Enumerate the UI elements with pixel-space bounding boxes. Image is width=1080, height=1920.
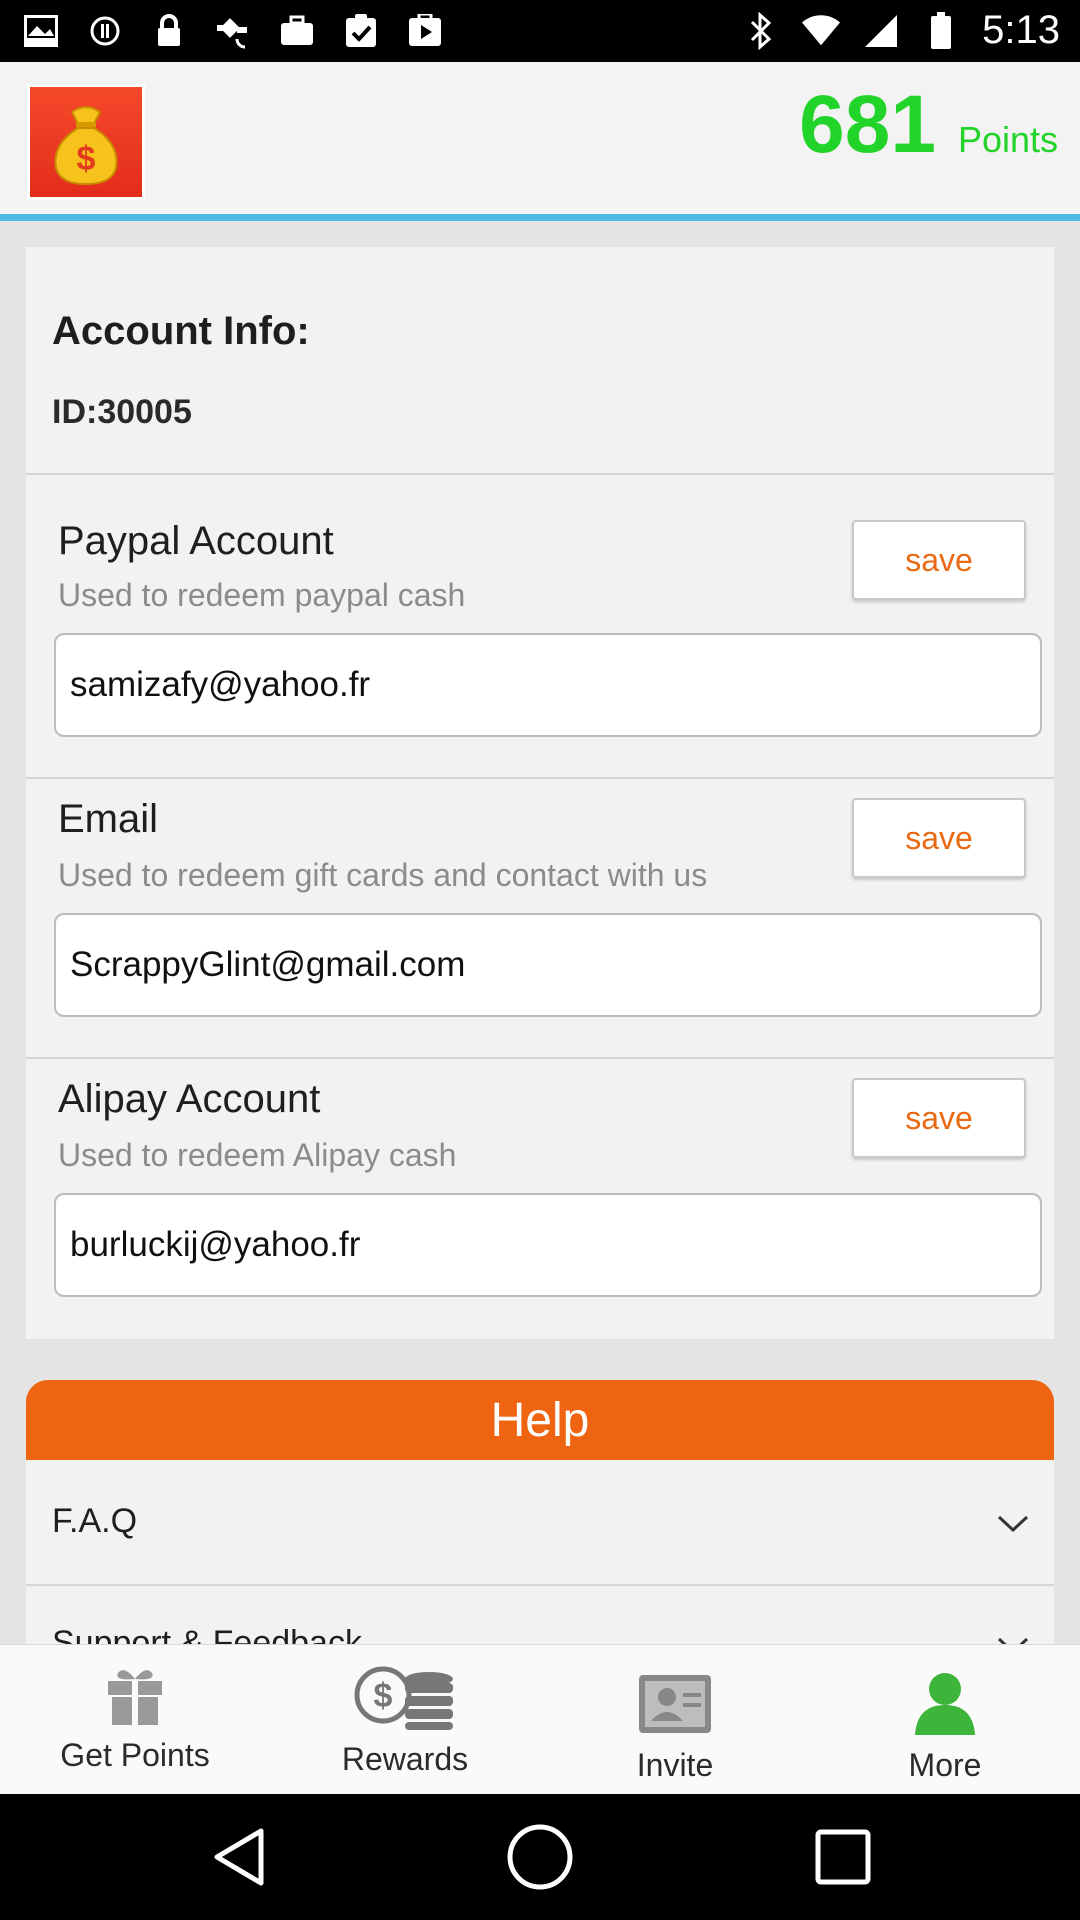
- tab-label-get-points: Get Points: [60, 1737, 210, 1773]
- email-title: Email: [58, 797, 159, 841]
- section-divider: [26, 1057, 1054, 1059]
- back-button[interactable]: [204, 1822, 274, 1892]
- image-icon: [22, 12, 60, 50]
- header-divider: [0, 214, 1080, 221]
- faq-label: F.A.Q: [52, 1502, 138, 1540]
- contact-card-icon: [540, 1673, 810, 1735]
- section-divider: [26, 777, 1054, 779]
- recents-button[interactable]: [808, 1822, 878, 1892]
- wifi-icon: [802, 12, 841, 50]
- system-nav-bar: [0, 1794, 1080, 1920]
- clipboard-check-icon: [342, 12, 380, 50]
- alipay-account-subtitle: Used to redeem Alipay cash: [58, 1137, 457, 1173]
- briefcase-icon: [278, 12, 316, 50]
- lock-icon: [150, 12, 188, 50]
- coins-icon: $: [270, 1665, 540, 1731]
- tab-more[interactable]: More: [810, 1645, 1080, 1795]
- tab-rewards[interactable]: $ Rewards: [270, 1645, 540, 1795]
- paypal-account-title: Paypal Account: [58, 519, 334, 563]
- status-bar: 5:13: [0, 0, 1080, 62]
- gift-icon: [0, 1665, 270, 1727]
- alipay-account-field[interactable]: burluckij@yahoo.fr: [54, 1193, 1042, 1297]
- app-logo[interactable]: $: [27, 84, 145, 200]
- paypal-account-field[interactable]: samizafy@yahoo.fr: [54, 633, 1042, 737]
- alipay-account-title: Alipay Account: [58, 1077, 321, 1121]
- money-bag-icon: $: [30, 87, 142, 197]
- paypal-account-subtitle: Used to redeem paypal cash: [58, 577, 466, 613]
- points-label: Points: [957, 119, 1058, 160]
- bluetooth-icon: [742, 11, 780, 50]
- tab-label-more: More: [908, 1747, 982, 1783]
- account-id: ID:30005: [52, 393, 192, 431]
- chevron-down-icon: [997, 1637, 1029, 1644]
- status-time: 5:13: [982, 8, 1060, 52]
- back-triangle-icon: [214, 1828, 264, 1886]
- tab-label-invite: Invite: [636, 1747, 714, 1783]
- person-icon: [810, 1671, 1080, 1737]
- home-button[interactable]: [505, 1822, 575, 1892]
- svg-text:$: $: [374, 1677, 393, 1715]
- points-display: 681 Points: [799, 78, 1058, 172]
- signal-icon: [862, 12, 900, 50]
- play-store-icon: [406, 12, 444, 50]
- chevron-down-icon: [997, 1515, 1029, 1533]
- tab-get-points[interactable]: Get Points: [0, 1645, 270, 1795]
- home-circle-icon: [507, 1824, 573, 1890]
- points-value: 681: [799, 79, 936, 170]
- svg-text:$: $: [77, 140, 96, 178]
- lock-icon: [86, 12, 124, 50]
- help-item-faq[interactable]: F.A.Q: [26, 1460, 1054, 1584]
- help-header: Help: [26, 1380, 1054, 1460]
- help-item-support-feedback[interactable]: Support & Feedback: [26, 1586, 1054, 1644]
- section-divider: [26, 473, 1054, 475]
- paypal-save-button[interactable]: save: [852, 520, 1026, 600]
- tab-invite[interactable]: Invite: [540, 1645, 810, 1795]
- recents-square-icon: [815, 1829, 871, 1885]
- fake-gps-icon: [214, 12, 252, 50]
- email-field[interactable]: ScrappyGlint@gmail.com: [54, 913, 1042, 1017]
- tab-label-rewards: Rewards: [341, 1741, 469, 1777]
- account-info-card: Account Info: ID:30005 Paypal Account Us…: [26, 247, 1054, 1339]
- email-save-button[interactable]: save: [852, 798, 1026, 878]
- email-subtitle: Used to redeem gift cards and contact wi…: [58, 857, 708, 893]
- alipay-save-button[interactable]: save: [852, 1078, 1026, 1158]
- bottom-tab-bar: Get Points $ Rewards Invite More: [0, 1644, 1080, 1794]
- battery-icon: [922, 11, 960, 50]
- account-info-title: Account Info:: [52, 309, 310, 353]
- support-feedback-label: Support & Feedback: [52, 1624, 362, 1644]
